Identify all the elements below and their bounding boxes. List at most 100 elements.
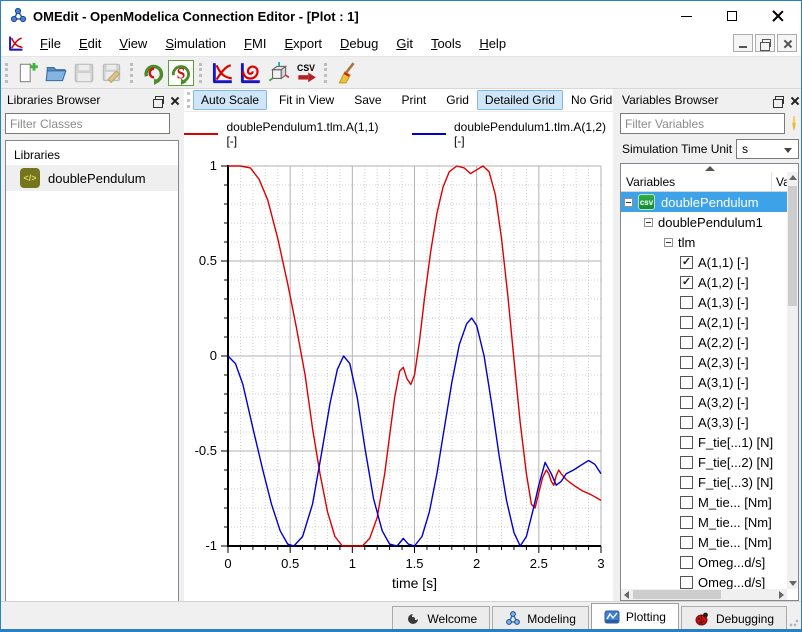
checkbox[interactable] [680,396,693,409]
variable-row[interactable]: M_tie... [Nm] [621,532,787,552]
variable-row[interactable]: A(3,3) [-] [621,412,787,432]
menu-fmi[interactable]: FMI [235,32,275,55]
toolbar-handle[interactable] [199,63,204,83]
filter-classes-input[interactable] [5,113,170,134]
collapse-icon[interactable] [664,238,673,247]
menu-edit[interactable]: Edit [70,32,110,55]
variable-row[interactable]: Omeg...d/s] [621,552,787,572]
checkbox-checked[interactable] [680,276,693,289]
menu-file[interactable]: File [31,32,70,55]
new-modelica-class-button[interactable] [14,59,42,87]
checkbox[interactable] [680,476,693,489]
dock-float-icon[interactable] [155,96,164,104]
variable-row-tlm[interactable]: tlm [621,232,787,252]
clear-plot-window-button[interactable] [333,59,361,87]
open-file-button[interactable] [42,59,70,87]
variable-row[interactable]: A(1,3) [-] [621,292,787,312]
column-variables[interactable]: Variables [621,172,772,191]
mdi-close-button[interactable] [777,34,797,52]
checkbox[interactable] [680,576,693,589]
tab-plotting[interactable]: Plotting [591,603,679,630]
save-button[interactable] [70,59,98,87]
checkbox[interactable] [680,316,693,329]
toolbar-handle[interactable] [130,63,135,83]
dock-close-icon[interactable] [170,96,179,105]
new-plot-window-button[interactable] [208,59,236,87]
mdi-restore-button[interactable] [755,34,775,52]
plot-toolbar-handle[interactable] [187,92,190,108]
variable-row[interactable]: M_tie... [Nm] [621,492,787,512]
fit-in-view-button[interactable]: Fit in View [271,90,342,110]
scrollbar-up-icon[interactable] [789,175,797,180]
checkbox[interactable] [680,376,693,389]
variable-row[interactable]: A(2,3) [-] [621,352,787,372]
legend-entry[interactable]: doublePendulum1.tlm.A(1,1) [-] [184,120,386,148]
variable-row[interactable]: F_tie[...1) [N] [621,432,787,452]
close-button[interactable] [755,1,801,31]
checkbox[interactable] [680,296,693,309]
variable-row[interactable]: F_tie[...2) [N] [621,452,787,472]
variable-row[interactable]: A(1,2) [-] [621,272,787,292]
tab-modeling[interactable]: Modeling [492,606,589,630]
print-plot-button[interactable]: Print [394,90,435,110]
re-simulate-setup-button[interactable]: S [167,59,195,87]
grid-button[interactable]: Grid [438,90,477,110]
menu-export[interactable]: Export [275,32,331,55]
export-csv-button[interactable]: CSV [292,59,320,87]
variable-row[interactable]: A(1,1) [-] [621,252,787,272]
toolbar-handle[interactable] [5,63,10,83]
variables-column-headers[interactable]: Variables Va [621,172,798,192]
auto-scale-button[interactable]: Auto Scale [193,90,267,110]
checkbox[interactable] [680,516,693,529]
scrollbar-thumb[interactable] [633,590,721,599]
menu-debug[interactable]: Debug [331,32,387,55]
save-as-button[interactable] [98,59,126,87]
checkbox[interactable] [680,416,693,429]
scrollbar-right-icon[interactable] [779,591,784,599]
save-plot-button[interactable]: Save [346,90,389,110]
minimize-button[interactable] [663,1,709,31]
menu-help[interactable]: Help [470,32,515,55]
menu-view[interactable]: View [110,32,156,55]
variable-row-doublependulum1[interactable]: doublePendulum1 [621,212,787,232]
variable-row[interactable]: A(3,1) [-] [621,372,787,392]
checkbox[interactable] [680,536,693,549]
checkbox[interactable] [680,436,693,449]
maximize-button[interactable] [709,1,755,31]
variable-row-doublependulum[interactable]: csv doublePendulum [621,192,787,212]
plot-canvas[interactable]: 00.511.522.5310.50-0.5-1time [s] [184,156,613,601]
variable-row[interactable]: A(2,1) [-] [621,312,787,332]
menu-tools[interactable]: Tools [422,32,470,55]
no-grid-button[interactable]: No Grid [563,90,620,110]
tab-debugging[interactable]: Debugging [681,606,787,630]
variable-row[interactable]: F_tie[...3) [N] [621,472,787,492]
scroll-up-indicator[interactable] [621,164,798,172]
detailed-grid-button[interactable]: Detailed Grid [477,90,563,110]
checkbox[interactable] [680,556,693,569]
vertical-scrollbar[interactable] [787,172,798,589]
toolbar-handle[interactable] [324,63,329,83]
tab-welcome[interactable]: Welcome [392,606,490,630]
variable-row[interactable]: A(3,2) [-] [621,392,787,412]
filter-variables-input[interactable] [620,113,785,134]
mdi-minimize-button[interactable] [733,34,753,52]
legend-entry[interactable]: doublePendulum1.tlm.A(1,2) [-] [412,120,614,148]
time-unit-select[interactable]: s [736,139,799,159]
scrollbar-down-icon[interactable] [789,581,797,586]
collapse-icon[interactable] [644,218,653,227]
checkbox[interactable] [680,456,693,469]
checkbox[interactable] [680,496,693,509]
dock-float-icon[interactable] [775,96,784,104]
horizontal-scrollbar[interactable] [621,589,787,600]
checkbox-checked[interactable] [680,256,693,269]
scrollbar-thumb[interactable] [788,186,797,306]
re-simulate-button[interactable] [139,59,167,87]
checkbox[interactable] [680,356,693,369]
resize-grip[interactable] [789,617,799,627]
new-animation-window-button[interactable] [264,59,292,87]
variable-row[interactable]: M_tie... [Nm] [621,512,787,532]
menu-simulation[interactable]: Simulation [156,32,235,55]
collapse-icon[interactable] [624,198,633,207]
menu-git[interactable]: Git [387,32,422,55]
variable-row[interactable]: A(2,2) [-] [621,332,787,352]
